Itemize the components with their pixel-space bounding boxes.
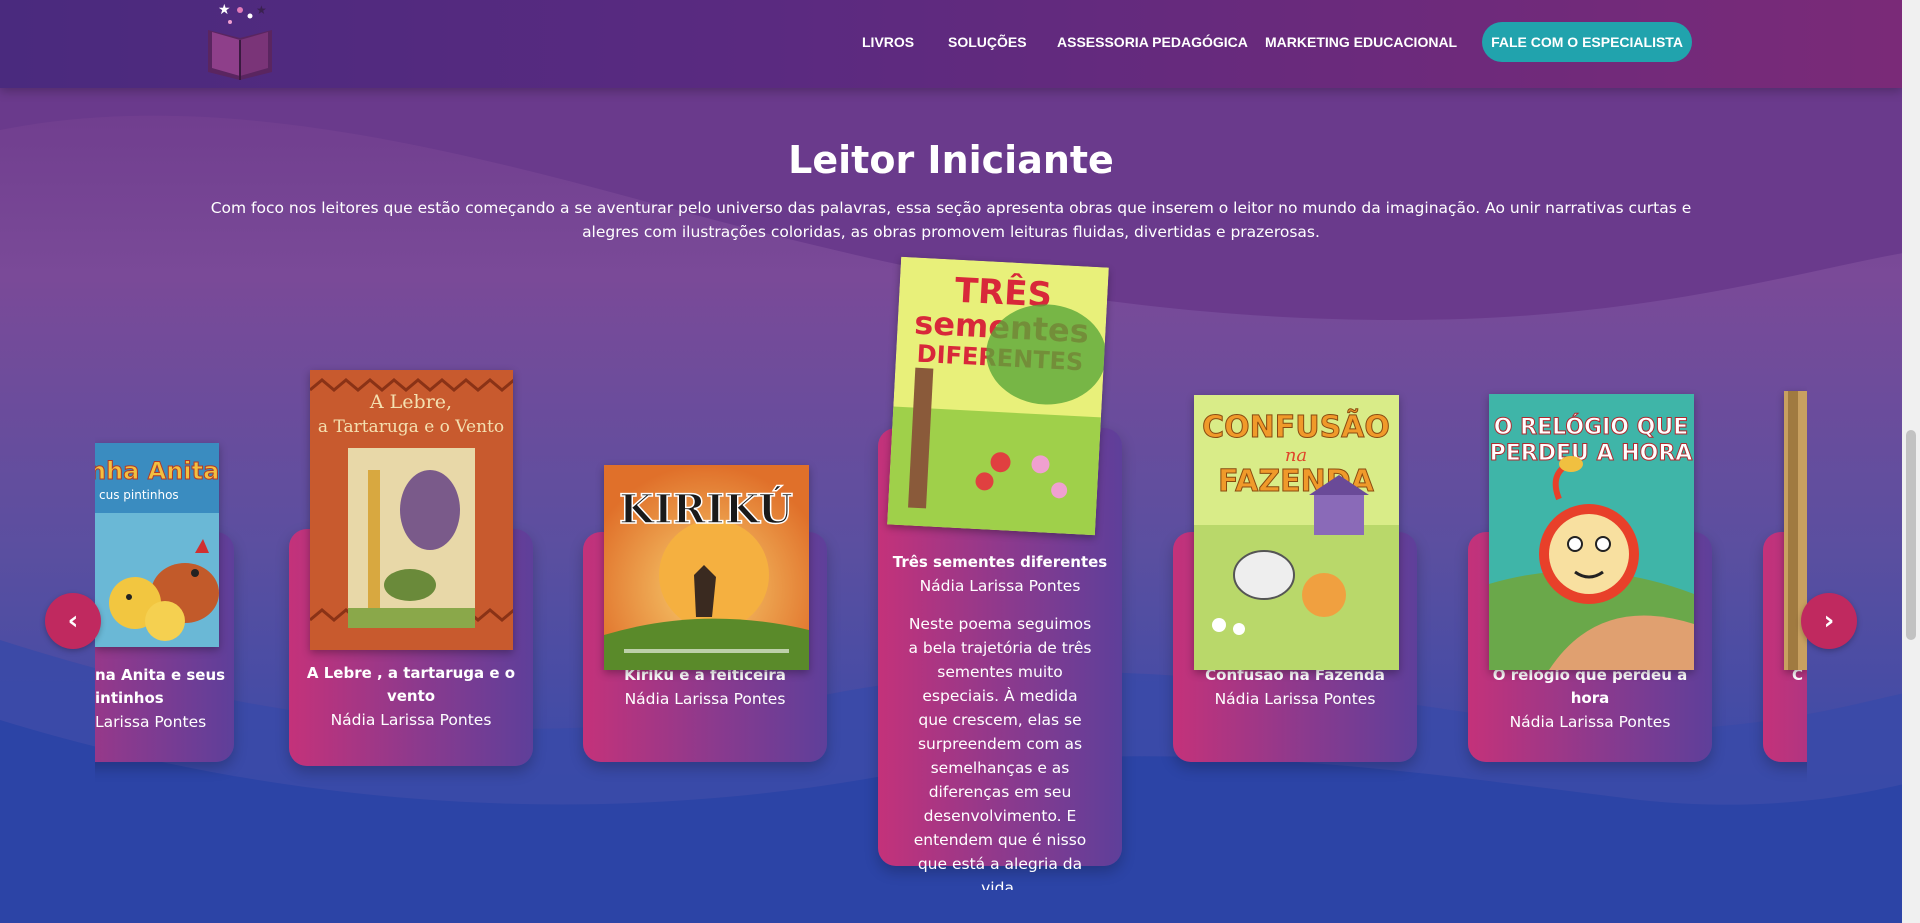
book-cover[interactable]: CONFUSÃO na FAZENDA [1194, 395, 1399, 670]
site-header: ★ ★ LIVROS SOLUÇÕES ASSESSORIA PEDAGÓGIC… [0, 0, 1902, 88]
book-cover[interactable]: O RELÓGIO QUE PERDEU A HORA [1489, 394, 1694, 670]
svg-text:KIRIKÚ: KIRIKÚ [619, 486, 793, 533]
book-carousel: na Anita e seus intinhos Larissa Pontes … [95, 250, 1807, 890]
book-author: Nádia Larissa Pontes [919, 577, 1081, 595]
book-author: Nádia Larissa Pontes [1509, 713, 1671, 731]
book-author: Nádia Larissa Pontes [330, 711, 492, 729]
chevron-right-icon[interactable]: › [1801, 593, 1857, 649]
section-description: Com foco nos leitores que estão começand… [210, 199, 1692, 241]
svg-text:cus pintinhos: cus pintinhos [99, 488, 179, 502]
page-scrollbar[interactable] [1902, 0, 1920, 923]
book-title: na Anita e seus intinhos [95, 666, 226, 707]
book-author: Nádia Larissa Pontes [1214, 690, 1376, 708]
svg-text:PERDEU A HORA: PERDEU A HORA [1490, 441, 1693, 466]
svg-text:CONFUSÃO: CONFUSÃO [1202, 408, 1390, 445]
svg-text:a Tartaruga e o Vento: a Tartaruga e o Vento [318, 417, 504, 437]
svg-text:nha Anita: nha Anita [95, 457, 219, 485]
section-title: Leitor Iniciante [788, 138, 1114, 182]
svg-text:na: na [1285, 445, 1307, 466]
svg-text:★: ★ [218, 2, 231, 18]
book-author: Larissa Pontes [95, 713, 207, 731]
book-logo-icon[interactable]: ★ ★ [200, 0, 280, 84]
book-cover[interactable]: KIRIKÚ [604, 465, 809, 670]
book-cover[interactable]: TRÊS sementes DIFERENTES [887, 256, 1109, 536]
book-cover[interactable]: nha Anita cus pintinhos [95, 443, 219, 647]
book-title: O relógio que perdeu a hora [1492, 666, 1688, 707]
book-author: Nádia Larissa Pontes [624, 690, 786, 708]
svg-text:O RELÓGIO QUE: O RELÓGIO QUE [1494, 414, 1688, 440]
book-title: Três sementes diferentes [892, 553, 1108, 571]
nav-assessoria-pedagogica[interactable]: ASSESSORIA PEDAGÓGICA [1057, 34, 1248, 50]
chevron-left-icon[interactable]: ‹ [45, 593, 101, 649]
scrollbar-thumb[interactable] [1906, 430, 1916, 640]
book-description: Neste poema seguimos a bela trajetória d… [908, 615, 1092, 890]
svg-text:★: ★ [256, 3, 267, 17]
contact-specialist-button[interactable]: FALE COM O ESPECIALISTA [1482, 22, 1692, 62]
nav-marketing-educacional[interactable]: MARKETING EDUCACIONAL [1265, 34, 1457, 50]
nav-livros[interactable]: LIVROS [862, 34, 914, 50]
book-cover[interactable]: A Lebre, a Tartaruga e o Vento [310, 370, 513, 650]
nav-solucoes[interactable]: SOLUÇÕES [948, 34, 1027, 50]
book-title: A Lebre , a tartaruga e o vento [306, 664, 516, 705]
svg-text:A Lebre,: A Lebre, [369, 391, 452, 413]
